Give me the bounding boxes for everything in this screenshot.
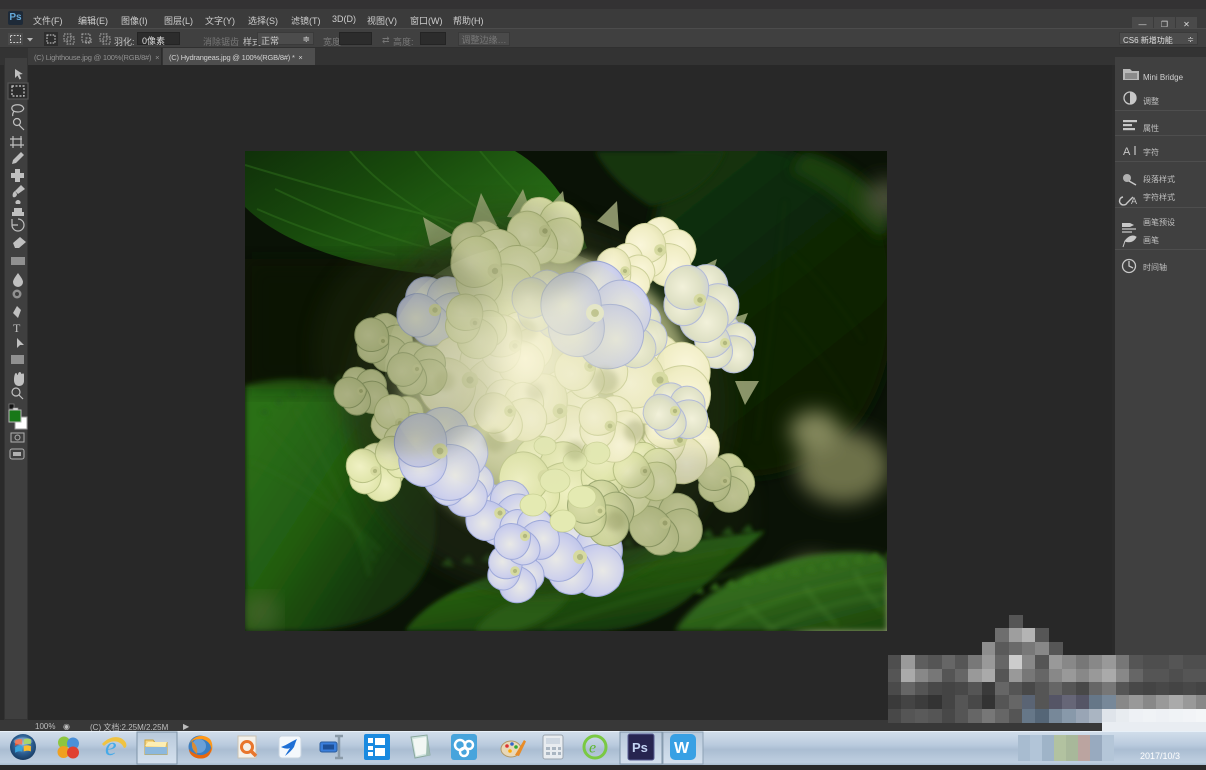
svg-text:2017/10/3: 2017/10/3 bbox=[1140, 751, 1180, 761]
svg-text:e: e bbox=[105, 732, 117, 761]
svg-text:T: T bbox=[13, 321, 21, 335]
svg-text:e: e bbox=[589, 740, 596, 757]
svg-text:Ps: Ps bbox=[632, 740, 648, 755]
svg-text:W: W bbox=[674, 740, 690, 757]
